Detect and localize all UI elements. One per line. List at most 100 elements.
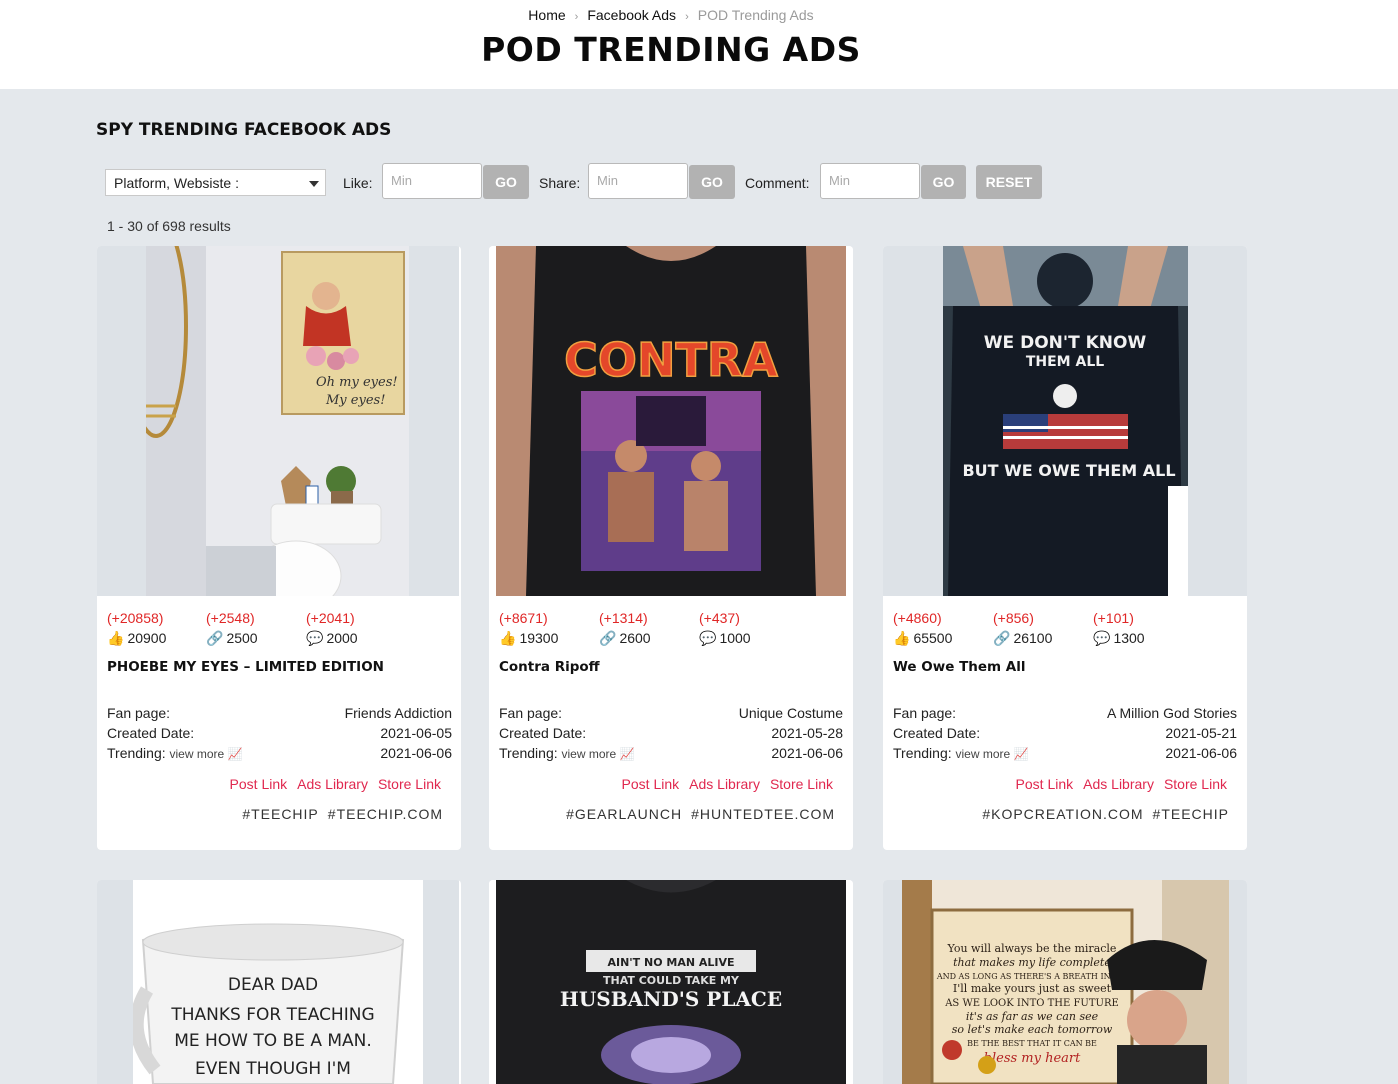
like-go-button[interactable]: GO [483,165,529,199]
poem-text: it's as far as we can see [966,1010,1099,1023]
thumbs-up-icon: 👍 [499,630,517,646]
shirt-graphic-text: WE DON'T KNOW [984,333,1147,353]
ad-card: You will always be the miracle that make… [883,880,1247,1084]
trending-label: Trending: [107,745,166,761]
trending-row: Trending: view more 📈 [893,745,1028,761]
chevron-down-icon [309,181,319,187]
created-date-value: 2021-05-21 [1165,725,1237,741]
ad-title[interactable]: Contra Ripoff [499,659,600,675]
comment-delta: (+101) [1093,610,1134,626]
tag-list: #KOPCREATION.COM #TEECHIP [973,806,1229,822]
post-link[interactable]: Post Link [230,776,288,792]
tag[interactable]: #TEECHIP [1153,806,1229,822]
thumbs-up-icon: 👍 [893,630,911,646]
poem-text: bless my heart [984,1051,1081,1066]
post-link[interactable]: Post Link [1016,776,1074,792]
ad-image-area[interactable]: CONTRA [489,246,853,596]
view-more-link[interactable]: view more 📈 [562,747,635,761]
share-delta: (+2548) [206,610,255,626]
share-count-wrap: 🔗 2500 [206,630,258,647]
share-min-input[interactable]: Min [588,163,688,199]
store-link[interactable]: Store Link [770,776,833,792]
like-min-input[interactable]: Min [382,163,482,199]
breadcrumb-facebook-ads-link[interactable]: Facebook Ads [587,7,676,23]
ad-image[interactable]: AIN'T NO MAN ALIVE THAT COULD TAKE MY HU… [496,880,846,1084]
fan-page-value: Friends Addiction [344,705,452,721]
speech-bubble-icon: 💬 [1093,630,1111,646]
like-delta: (+8671) [499,610,548,626]
poem-text: AND AS LONG AS THERE'S A BREATH IN ME [936,972,1128,981]
tag[interactable]: #TEECHIP.COM [328,806,443,822]
ads-library-link[interactable]: Ads Library [1083,776,1154,792]
trending-label: Trending: [499,745,558,761]
mug-text: ME HOW TO BE A MAN. [174,1031,372,1051]
share-count: 2600 [619,630,651,646]
tag-list: #GEARLAUNCH #HUNTEDTEE.COM [557,806,835,822]
link-icon: 🔗 [206,630,224,646]
ad-image[interactable]: DEAR DAD THANKS FOR TEACHING ME HOW TO B… [133,880,423,1084]
ad-card: DEAR DAD THANKS FOR TEACHING ME HOW TO B… [97,880,461,1084]
trending-date-value: 2021-06-06 [771,745,843,761]
shirt-graphic-text: THEM ALL [1026,354,1104,370]
ad-image-area[interactable]: Oh my eyes! My eyes! [97,246,459,596]
ad-image-area[interactable]: DEAR DAD THANKS FOR TEACHING ME HOW TO B… [97,880,459,1084]
card-links: Post Link Ads Library Store Link [220,776,441,792]
ad-card: AIN'T NO MAN ALIVE THAT COULD TAKE MY HU… [489,880,853,1084]
ad-image-area[interactable]: You will always be the miracle that make… [883,880,1247,1084]
share-count-wrap: 🔗 2600 [599,630,651,647]
poem-text: that makes my life complete [953,956,1111,969]
comment-delta: (+437) [699,610,740,626]
comment-count: 1300 [1113,630,1145,646]
ad-image[interactable]: Oh my eyes! My eyes! [146,246,409,596]
canvas-text: Oh my eyes! [316,375,398,390]
like-count: 19300 [519,630,559,646]
like-count-wrap: 👍 20900 [107,630,166,647]
section-title: SPY TRENDING FACEBOOK ADS [96,120,392,140]
tag[interactable]: #KOPCREATION.COM [982,806,1143,822]
tag[interactable]: #GEARLAUNCH [566,806,682,822]
reset-button[interactable]: RESET [976,165,1042,199]
ads-library-link[interactable]: Ads Library [689,776,760,792]
fan-page-value: A Million God Stories [1107,705,1237,721]
link-icon: 🔗 [599,630,617,646]
ad-image-area[interactable]: AIN'T NO MAN ALIVE THAT COULD TAKE MY HU… [489,880,853,1084]
link-icon: 🔗 [993,630,1011,646]
created-date-value: 2021-06-05 [380,725,452,741]
platform-website-select[interactable]: Platform, Websiste : [105,169,326,196]
tag[interactable]: #TEECHIP [242,806,318,822]
ad-card: CONTRA (+8671) (+1314) (+437) 👍 19300 🔗 26… [489,246,853,850]
fan-page-label: Fan page: [499,705,563,721]
tag[interactable]: #HUNTEDTEE.COM [691,806,835,822]
trending-date-value: 2021-06-06 [380,745,452,761]
share-delta: (+856) [993,610,1034,626]
card-links: Post Link Ads Library Store Link [1006,776,1227,792]
store-link[interactable]: Store Link [378,776,441,792]
ad-title[interactable]: We Owe Them All [893,659,1026,675]
breadcrumb-home-link[interactable]: Home [528,7,565,23]
poem-text: You will always be the miracle [947,942,1117,955]
ads-library-link[interactable]: Ads Library [297,776,368,792]
like-count-wrap: 👍 65500 [893,630,952,647]
share-count-wrap: 🔗 26100 [993,630,1052,647]
share-count: 26100 [1013,630,1053,646]
shirt-graphic-text: THAT COULD TAKE MY [603,974,740,987]
share-filter-label: Share: [539,175,581,191]
share-count: 2500 [226,630,258,646]
like-filter-label: Like: [343,175,373,191]
ad-image-area[interactable]: WE DON'T KNOW THEM ALL BUT WE OWE THEM A… [883,246,1247,596]
store-link[interactable]: Store Link [1164,776,1227,792]
comment-delta: (+2041) [306,610,355,626]
ad-image[interactable]: WE DON'T KNOW THEM ALL BUT WE OWE THEM A… [943,246,1188,596]
view-more-link[interactable]: view more 📈 [170,747,243,761]
ad-image[interactable]: You will always be the miracle that make… [902,880,1229,1084]
share-go-button[interactable]: GO [689,165,735,199]
ad-image[interactable]: CONTRA [496,246,846,596]
poem-text: AS WE LOOK INTO THE FUTURE [944,998,1119,1009]
trending-row: Trending: view more 📈 [499,745,634,761]
post-link[interactable]: Post Link [622,776,680,792]
ad-title[interactable]: PHOEBE MY EYES – LIMITED EDITION [107,659,384,675]
ad-card: WE DON'T KNOW THEM ALL BUT WE OWE THEM A… [883,246,1247,850]
view-more-link[interactable]: view more 📈 [956,747,1029,761]
comment-min-input[interactable]: Min [820,163,920,199]
comment-go-button[interactable]: GO [921,165,966,199]
